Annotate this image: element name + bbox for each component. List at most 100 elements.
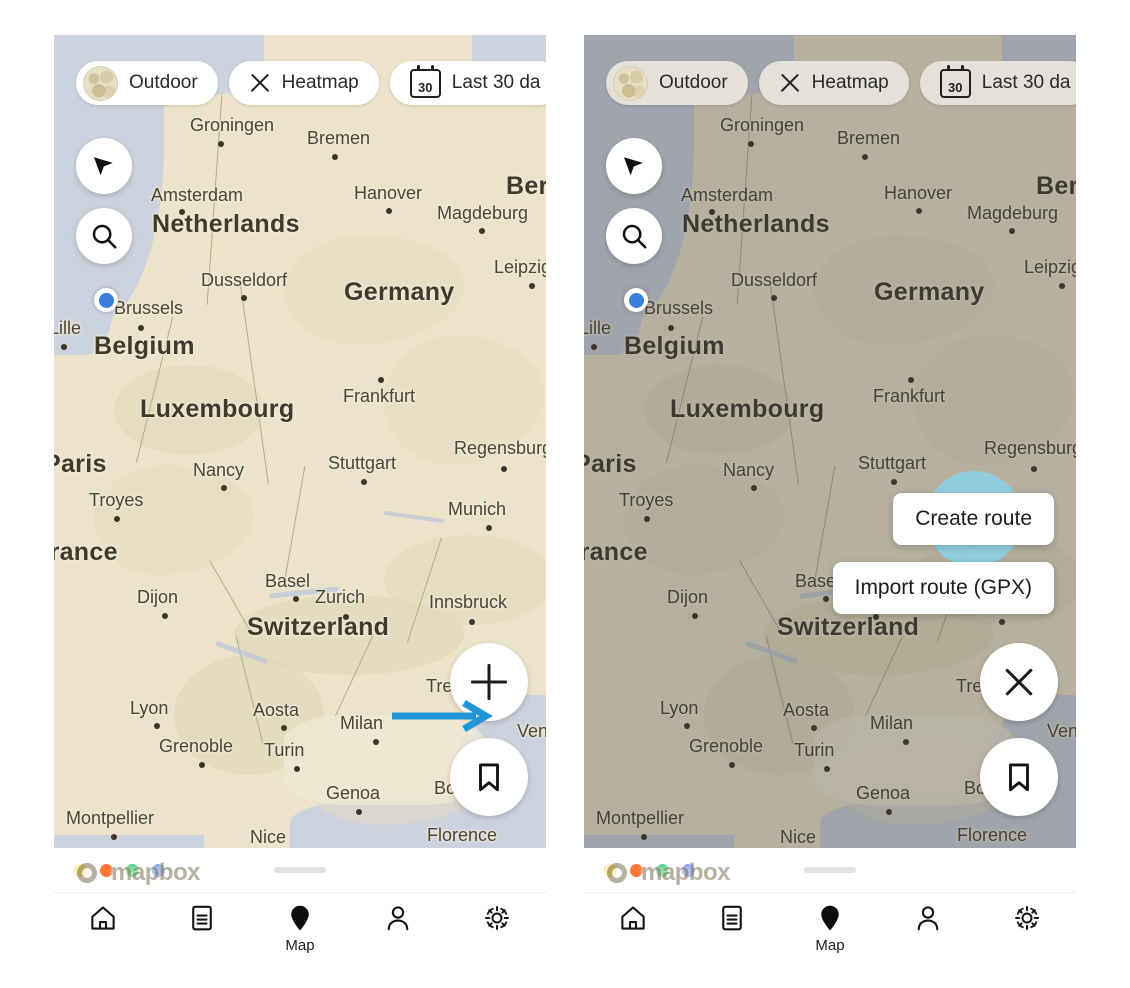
map-city-label: Florence — [957, 825, 1028, 845]
map-city-dot — [729, 762, 735, 768]
map-city-dot — [162, 613, 168, 619]
map-city-dot — [281, 725, 287, 731]
info-circle-icon[interactable]: i — [741, 858, 770, 887]
tab-map-label: Map — [285, 937, 315, 954]
saved-routes-fab[interactable] — [450, 738, 528, 816]
map-city-label: Regensburg — [454, 438, 546, 458]
map-city-dot — [1009, 228, 1015, 234]
mapbox-logo-icon — [604, 859, 630, 886]
tab-map-label-right: Map — [815, 937, 845, 954]
search-icon — [92, 224, 117, 249]
map-city-dot — [999, 619, 1005, 625]
map-city-dot — [386, 208, 392, 214]
calendar-30-icon: 30 — [409, 64, 441, 98]
map-city-label: Munich — [448, 499, 507, 519]
map-city-dot — [294, 766, 300, 772]
map-city-label: Amsterdam — [681, 185, 774, 205]
map-city-label: Hanover — [354, 183, 423, 203]
locate-me-button[interactable] — [76, 138, 132, 194]
chip-date-range[interactable]: 30 Last 30 da — [389, 61, 546, 105]
map-city-dot — [903, 739, 909, 745]
map-country-label: Berlin — [1036, 172, 1076, 200]
close-x-icon — [1002, 665, 1036, 699]
info-circle-icon[interactable]: i — [211, 858, 240, 887]
phone-panel-after: Netherlands Germany Belgium Luxembourg Franc… — [584, 35, 1076, 960]
map-city-dot — [486, 525, 492, 531]
chip-heatmap[interactable]: Heatmap — [228, 61, 379, 105]
mapbox-wordmark-right: mapbox — [641, 858, 731, 886]
tab-settings[interactable] — [978, 893, 1076, 960]
tab-map[interactable]: Map — [251, 893, 349, 960]
close-x-icon[interactable] — [779, 72, 801, 94]
map-city-dot — [221, 485, 227, 491]
user-location-dot-right — [624, 288, 648, 312]
map-city-dot — [479, 228, 485, 234]
map-country-label: Germany — [874, 278, 985, 306]
map-country-label: Berlin — [506, 172, 546, 200]
drag-handle[interactable] — [274, 867, 326, 873]
map-country-label: France — [584, 538, 648, 566]
map-style-thumbnail-icon — [83, 65, 118, 101]
map-city-label: Innsbruck — [429, 592, 508, 612]
map-city-label: Dusseldorf — [731, 270, 818, 290]
map-city-label: Genoa — [856, 783, 911, 803]
chip-heatmap-right[interactable]: Heatmap — [758, 61, 909, 105]
map-city-dot — [356, 809, 362, 815]
map-city-dot — [241, 295, 247, 301]
map-pin-icon — [291, 905, 309, 931]
annotation-arrow-icon — [392, 699, 493, 733]
map-city-dot — [644, 516, 650, 522]
saved-routes-fab-right[interactable] — [980, 738, 1058, 816]
person-icon — [388, 906, 409, 931]
map-city-dot — [811, 725, 817, 731]
map-search-button-right[interactable] — [606, 208, 662, 264]
map-city-label: Frankfurt — [343, 386, 416, 406]
tab-profile[interactable] — [349, 893, 447, 960]
map-city-dot — [361, 479, 367, 485]
map-city-dot — [692, 613, 698, 619]
map-country-label: Switzerland — [247, 613, 390, 641]
close-route-menu-fab[interactable] — [980, 643, 1058, 721]
bookmark-icon — [1009, 763, 1029, 792]
map-city-label: Grenoble — [689, 736, 764, 756]
close-x-icon[interactable] — [249, 72, 271, 94]
map-attribution-right[interactable]: mapbox i — [604, 797, 770, 948]
chip-date-range-right[interactable]: 30 Last 30 da — [919, 61, 1076, 105]
user-location-dot — [94, 288, 118, 312]
drag-handle-right[interactable] — [804, 867, 856, 873]
navigation-arrow-icon — [94, 157, 113, 176]
map-country-label: Belgium — [94, 332, 195, 360]
map-search-button[interactable] — [76, 208, 132, 264]
menu-item-create-route[interactable]: Create route — [893, 493, 1054, 545]
tab-map[interactable]: Map — [781, 893, 879, 960]
map-city-label: Zurich — [315, 587, 366, 607]
chip-map-style-right[interactable]: Outdoor — [606, 61, 748, 105]
map-country-label: Paris — [584, 450, 637, 478]
map-city-label: Grenoble — [159, 736, 234, 756]
map-city-dot — [709, 209, 715, 215]
map-filter-chips: Outdoor Heatmap 30 Last 30 da — [76, 61, 546, 105]
tab-settings[interactable] — [448, 893, 546, 960]
map-city-dot — [332, 154, 338, 160]
map-city-dot — [908, 377, 914, 383]
map-style-thumbnail-icon — [613, 65, 648, 101]
chip-map-style[interactable]: Outdoor — [76, 61, 218, 105]
map-city-label: Troyes — [89, 490, 144, 510]
tab-profile[interactable] — [879, 893, 977, 960]
map-city-label: Venice — [1047, 721, 1076, 741]
map-city-dot — [668, 325, 674, 331]
map-city-dot — [218, 141, 224, 147]
locate-me-button-right[interactable] — [606, 138, 662, 194]
map-city-label: Bremen — [837, 128, 901, 148]
menu-item-import-route[interactable]: Import route (GPX) — [832, 562, 1054, 614]
map-country-label: Belgium — [624, 332, 725, 360]
map-city-label: Florence — [427, 825, 498, 845]
map-attribution[interactable]: mapbox i — [74, 797, 240, 948]
map-city-label: Turin — [794, 740, 835, 760]
gear-icon — [484, 906, 509, 930]
map-city-label: Milan — [340, 713, 384, 733]
plus-icon — [471, 664, 507, 700]
map-city-dot — [1059, 283, 1065, 289]
bookmark-icon — [479, 763, 499, 792]
map-city-label: Stuttgart — [328, 453, 397, 473]
